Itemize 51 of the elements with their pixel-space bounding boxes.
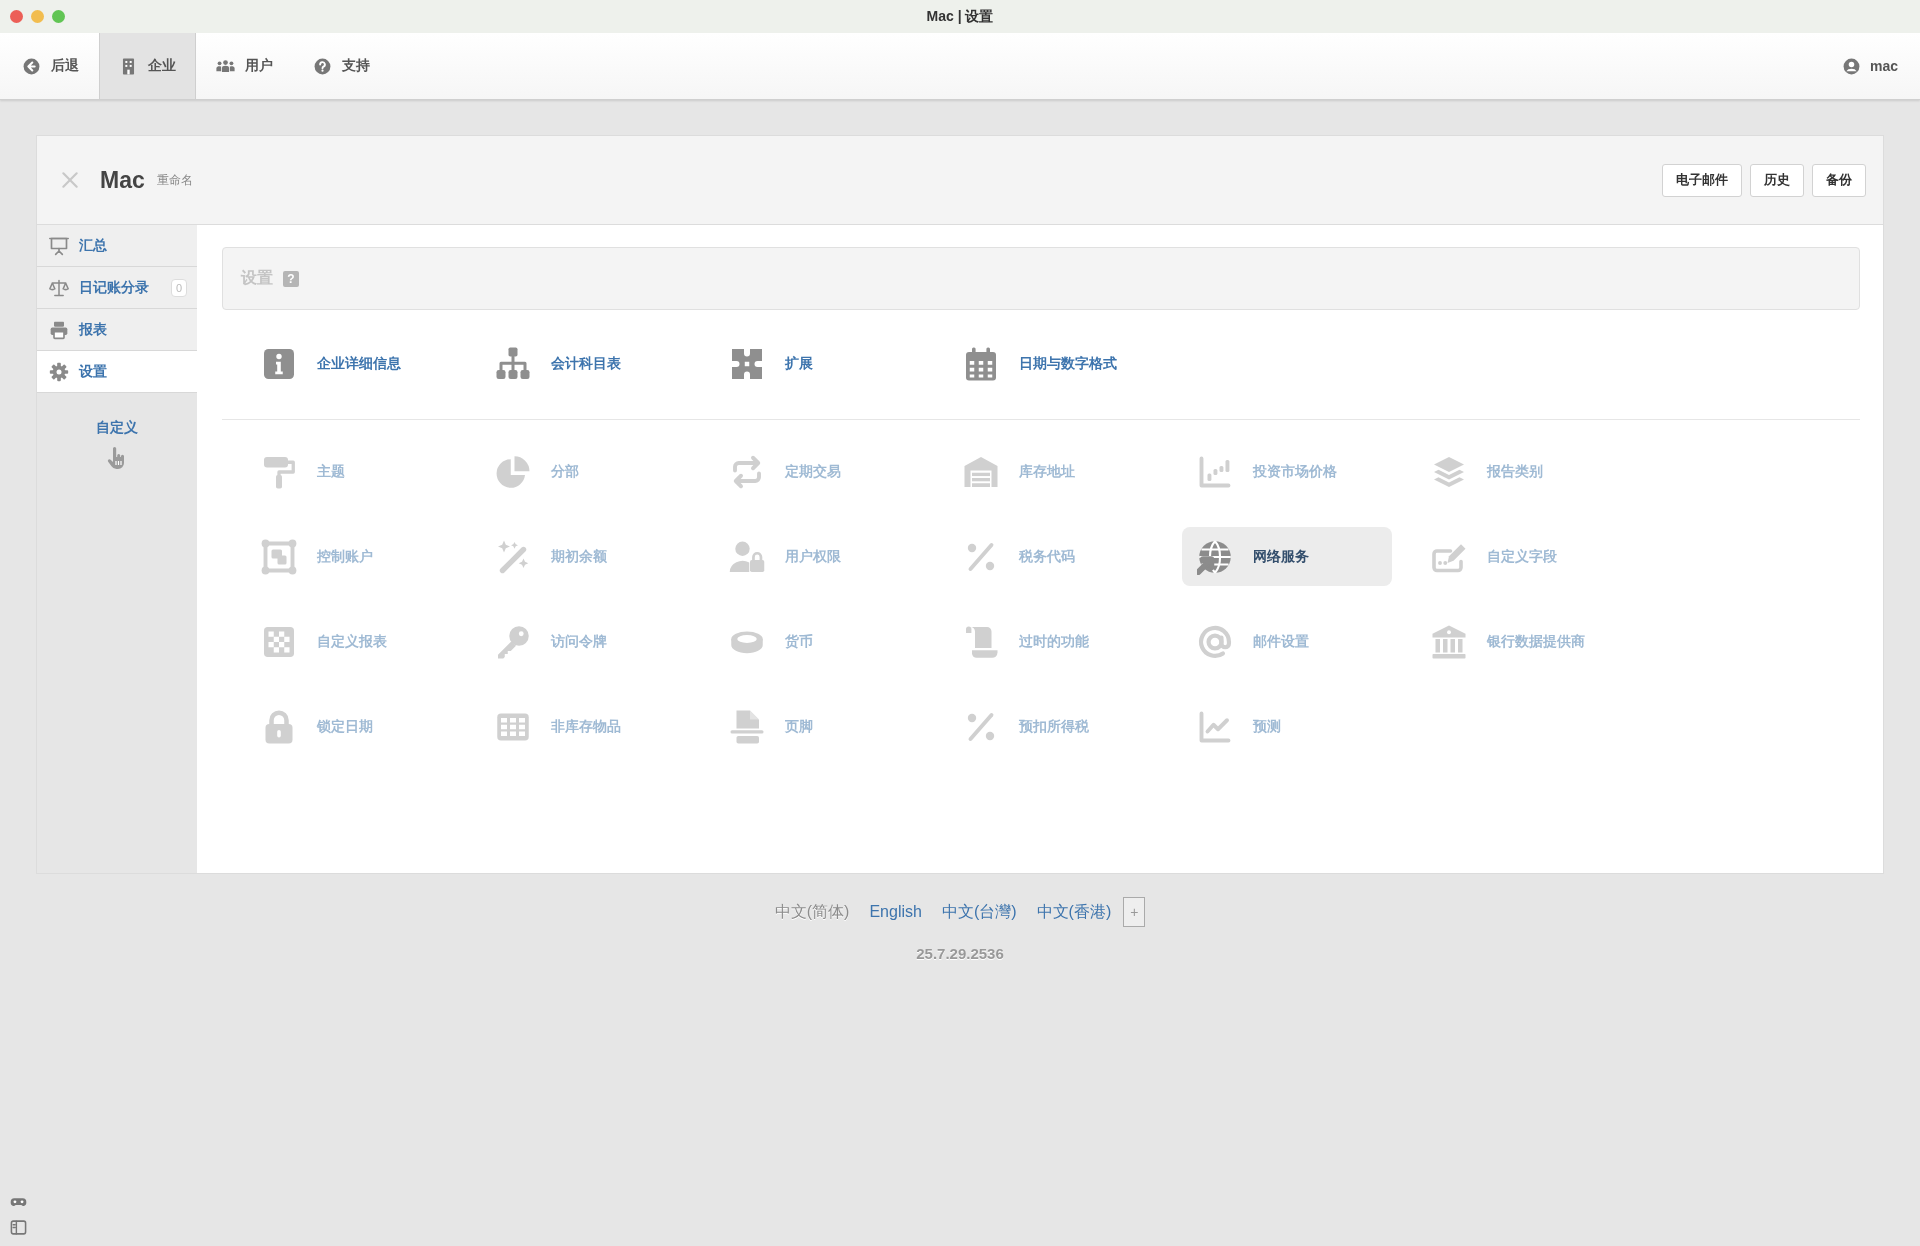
toolbar-tab[interactable]: 用户 — [196, 33, 293, 99]
count-badge: 0 — [170, 278, 187, 297]
settings-link[interactable]: 扩展 — [714, 334, 924, 393]
vector-square-icon — [261, 538, 297, 575]
close-button[interactable] — [60, 170, 80, 190]
add-language-button[interactable]: + — [1123, 897, 1146, 927]
language-link[interactable]: 中文(香港) — [1036, 901, 1112, 923]
settings-link[interactable]: 日期与数字格式 — [948, 334, 1158, 393]
help-badge[interactable]: ? — [283, 270, 299, 287]
sidebar-item[interactable]: 日记账分录 0 — [37, 267, 197, 309]
window-control[interactable] — [31, 10, 44, 23]
gear-icon — [49, 361, 69, 382]
window-control[interactable] — [10, 10, 23, 23]
back-icon — [22, 56, 41, 76]
help-icon — [313, 56, 332, 76]
calendar-icon — [963, 345, 999, 382]
globe-icon — [1197, 538, 1233, 575]
header-button[interactable]: 备份 — [1812, 163, 1866, 197]
pie-chart-icon — [495, 453, 531, 490]
version-label: 25.7.29.2536 — [916, 945, 1004, 962]
settings-link[interactable]: 会计科目表 — [480, 334, 690, 393]
sidebar-item[interactable]: 报表 — [37, 309, 197, 351]
user-avatar-icon — [1841, 56, 1861, 76]
settings-link[interactable]: 网络服务 — [1182, 527, 1392, 586]
rename-link[interactable]: 重命名 — [156, 171, 193, 189]
window-title: Mac | 设置 — [925, 7, 995, 26]
close-icon — [60, 170, 80, 190]
document-footer-icon — [729, 708, 765, 745]
user-menu[interactable]: mac — [1841, 33, 1920, 99]
customize-link[interactable]: 自定义 — [96, 419, 138, 437]
sidebar-item[interactable]: 汇总 — [37, 225, 197, 267]
settings-link[interactable]: 企业详细信息 — [246, 334, 456, 393]
scale-icon — [49, 277, 69, 298]
sidebar-item[interactable]: 设置 — [37, 351, 197, 393]
printer-icon — [49, 319, 69, 340]
company-name: Mac — [100, 166, 145, 194]
toolbar-tab[interactable]: 支持 — [293, 33, 390, 99]
language-link[interactable]: 中文(台灣) — [941, 901, 1017, 923]
key-icon — [495, 623, 531, 660]
hierarchy-icon — [495, 345, 531, 382]
sidebar-toggle-icon[interactable] — [10, 1219, 27, 1236]
at-sign-icon — [1197, 623, 1233, 660]
language-link[interactable]: English — [869, 903, 922, 921]
toolbar-tab[interactable]: 企业 — [99, 33, 196, 99]
language-link[interactable]: 中文(简体) — [774, 901, 850, 923]
header-button[interactable]: 电子邮件 — [1662, 163, 1742, 197]
window-control[interactable] — [52, 10, 65, 23]
bank-icon — [1431, 623, 1467, 660]
presentation-icon — [49, 235, 69, 256]
header-button[interactable]: 历史 — [1750, 163, 1804, 197]
toolbar-tab[interactable]: 后退 — [2, 33, 99, 99]
